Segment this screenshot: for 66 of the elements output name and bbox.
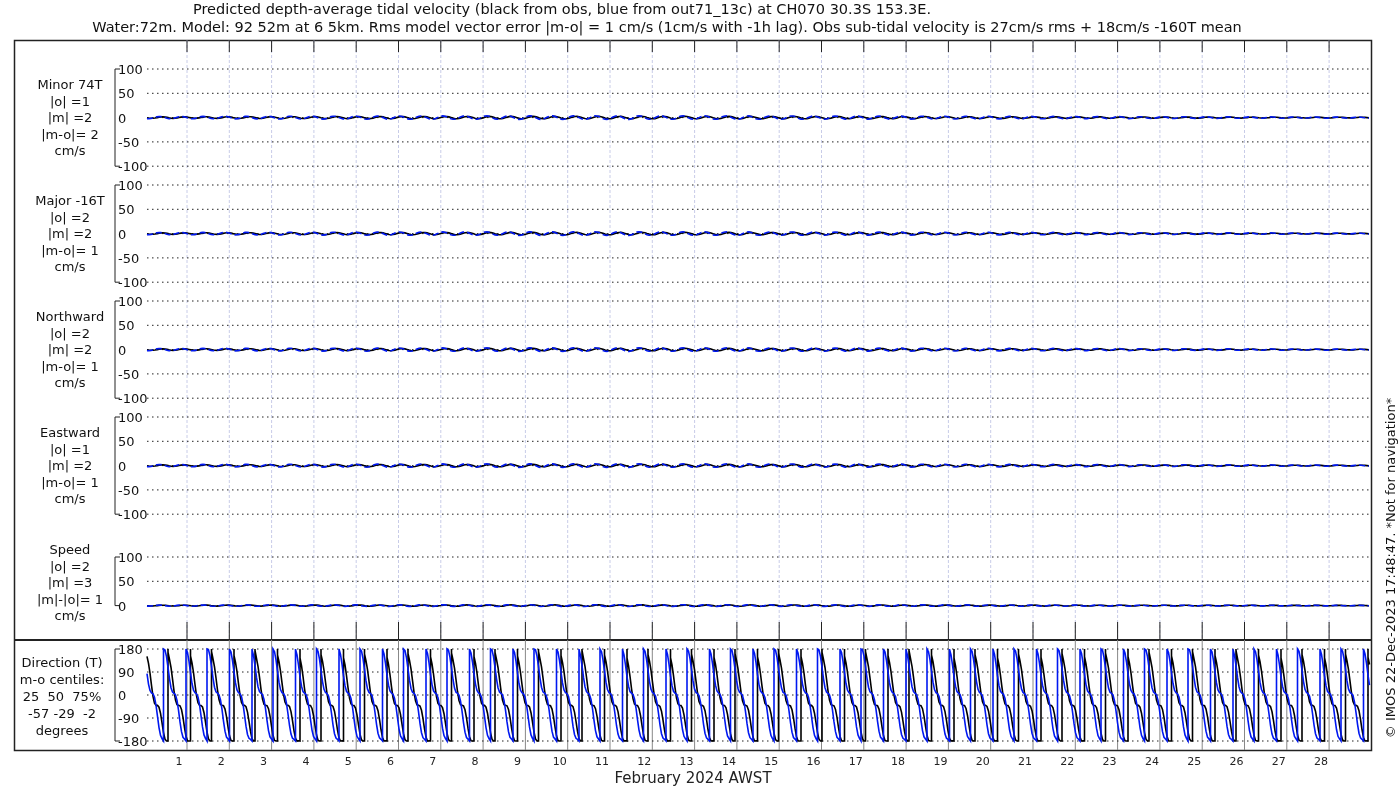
tick-label: 28 bbox=[1314, 755, 1329, 768]
tick-label: 100 bbox=[118, 62, 143, 77]
tick-label: -100 bbox=[118, 507, 148, 523]
tick-label: 13 bbox=[679, 755, 694, 768]
panel-label: Speed |o| =2 |m| =3 |m|-|o|= 1 cm/s bbox=[36, 542, 104, 623]
tick-label: 50 bbox=[118, 434, 135, 450]
tick-label: 15 bbox=[764, 755, 779, 768]
tick-label: 0 bbox=[118, 458, 127, 474]
tick-label: 180 bbox=[118, 642, 143, 657]
tick-label: 90 bbox=[118, 665, 135, 680]
tick-label: 14 bbox=[721, 755, 736, 768]
tick-label: 5 bbox=[344, 755, 352, 768]
tick-label: 0 bbox=[118, 342, 127, 358]
tick-label: 17 bbox=[848, 755, 863, 768]
tick-label: 23 bbox=[1102, 755, 1117, 768]
tick-label: 50 bbox=[118, 202, 135, 218]
tick-label: 22 bbox=[1060, 755, 1075, 768]
tick-label: -100 bbox=[118, 275, 148, 291]
tick-label: 8 bbox=[471, 755, 479, 768]
tick-label: -90 bbox=[118, 711, 140, 726]
tick-label: 1 bbox=[175, 755, 183, 768]
chart-title: Water:72m. Model: 92 52m at 6 5km. Rms model vector error |m-o| = 1 cm/s (1cm/s with -1h lag). Obs sub-tidal velocity is 27cm/s rms + 18cm/s -160T mean bbox=[92, 19, 1242, 35]
tick-label: 16 bbox=[806, 755, 821, 768]
tick-label: 6 bbox=[387, 755, 394, 768]
panel-label: Major -16T |o| =2 |m| =2 |m-o|= 1 cm/s bbox=[35, 193, 105, 274]
tick-label: 50 bbox=[118, 574, 135, 590]
tick-label: 26 bbox=[1229, 755, 1244, 768]
tick-label: 21 bbox=[1018, 755, 1032, 768]
tick-label: -50 bbox=[118, 366, 140, 382]
tick-label: -100 bbox=[118, 391, 148, 407]
tick-label: 20 bbox=[975, 755, 990, 768]
tick-label: -50 bbox=[118, 134, 140, 150]
tick-label: 10 bbox=[552, 755, 567, 768]
tick-label: 9 bbox=[513, 755, 521, 768]
tick-label: 100 bbox=[118, 550, 143, 565]
tick-label: 0 bbox=[118, 598, 127, 614]
panel-label: Direction (T) m-o centiles: 25 50 75% -57 -29 -2 degrees bbox=[19, 655, 105, 738]
tick-label: 24 bbox=[1144, 755, 1159, 768]
tick-label: -180 bbox=[118, 734, 148, 749]
tick-label: 2 bbox=[217, 755, 225, 768]
tick-label: 50 bbox=[118, 318, 135, 334]
tick-label: -100 bbox=[118, 159, 148, 175]
panel-label: Minor 74T |o| =1 |m| =2 |m-o|= 2 cm/s bbox=[37, 77, 103, 158]
tick-label: 100 bbox=[118, 294, 143, 309]
tick-label: 100 bbox=[118, 410, 143, 425]
tick-label: 0 bbox=[118, 688, 127, 703]
axis-label: February 2024 AWST bbox=[614, 769, 772, 787]
panel-label: Northward |o| =2 |m| =2 |m-o|= 1 cm/s bbox=[35, 309, 105, 390]
panel-label: Eastward |o| =1 |m| =2 |m-o|= 1 cm/s bbox=[40, 425, 100, 506]
tick-label: 27 bbox=[1271, 755, 1286, 768]
chart-title: Predicted depth-average tidal velocity (black from obs, blue from out71_13c) at CH070 30.3S 153.3E. bbox=[192, 1, 932, 17]
tick-label: 3 bbox=[260, 755, 268, 768]
tick-label: -50 bbox=[118, 250, 140, 266]
tick-label: 19 bbox=[933, 755, 948, 768]
tick-label: 7 bbox=[429, 755, 437, 768]
tick-label: 11 bbox=[595, 755, 609, 768]
tick-label: 12 bbox=[637, 755, 652, 768]
tick-label: 0 bbox=[118, 226, 127, 242]
tick-label: 18 bbox=[891, 755, 906, 768]
tick-label: 25 bbox=[1187, 755, 1202, 768]
credit-text: © IMOS 22-Dec-2023 17:48:47. *Not for navigation* bbox=[1383, 397, 1398, 739]
tick-label: 0 bbox=[118, 110, 127, 126]
tick-label: 100 bbox=[118, 178, 143, 193]
tick-label: 4 bbox=[302, 755, 310, 768]
tick-label: 50 bbox=[118, 86, 135, 102]
tick-label: -50 bbox=[118, 482, 140, 498]
